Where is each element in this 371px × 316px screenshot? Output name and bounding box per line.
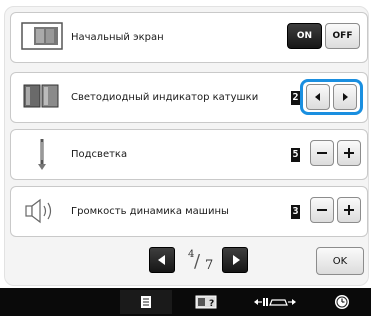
bobbin-led-icon bbox=[23, 84, 59, 108]
page-slash: / bbox=[194, 251, 201, 272]
setting-label: Начальный экран bbox=[71, 32, 164, 43]
page-prev-button[interactable] bbox=[149, 247, 175, 273]
tab-clock[interactable] bbox=[322, 290, 362, 314]
page-icon bbox=[141, 296, 151, 308]
volume-decrease-button[interactable] bbox=[310, 197, 334, 223]
speaker-icon bbox=[25, 198, 52, 224]
plus-icon bbox=[344, 205, 354, 215]
ok-button[interactable]: OK bbox=[316, 247, 364, 275]
prev-value-button[interactable] bbox=[306, 84, 330, 110]
arrow-right-icon bbox=[343, 93, 348, 101]
off-button[interactable]: OFF bbox=[325, 23, 360, 49]
bobbin-led-value: 2 bbox=[291, 91, 300, 105]
setting-label: Громкость динамика машины bbox=[71, 206, 229, 217]
arrow-left-icon bbox=[315, 93, 320, 101]
on-button-label: ON bbox=[296, 31, 313, 41]
page-indicator: 4 / 7 bbox=[183, 249, 223, 273]
tab-help[interactable]: ? bbox=[180, 290, 232, 314]
minus-icon bbox=[317, 209, 327, 211]
settings-screen: Начальный экран ON OFF Светодиодный инди… bbox=[0, 0, 371, 316]
setting-label: Подсветка bbox=[71, 149, 128, 160]
minus-icon bbox=[317, 152, 327, 154]
ok-button-label: OK bbox=[332, 255, 348, 267]
light-increase-button[interactable] bbox=[337, 140, 361, 166]
svg-text:?: ? bbox=[209, 299, 214, 309]
needle-light-icon bbox=[38, 139, 46, 170]
setting-label: Светодиодный индикатор катушки bbox=[71, 92, 259, 103]
bottom-toolbar: ? bbox=[0, 288, 371, 316]
off-button-label: OFF bbox=[332, 31, 353, 41]
clock-icon bbox=[335, 295, 349, 309]
setting-row-light: Подсветка 5 bbox=[10, 129, 368, 180]
page-total: 7 bbox=[205, 258, 214, 273]
volume-increase-button[interactable] bbox=[337, 197, 361, 223]
light-value: 5 bbox=[291, 148, 300, 162]
width-adjust-icon bbox=[254, 298, 296, 306]
help-icon: ? bbox=[195, 295, 217, 309]
light-decrease-button[interactable] bbox=[310, 140, 334, 166]
setting-row-start-screen: Начальный экран ON OFF bbox=[10, 12, 368, 63]
page-prev-icon bbox=[158, 255, 165, 265]
speaker-volume-value: 3 bbox=[291, 205, 300, 219]
home-screen-icon bbox=[21, 22, 63, 50]
page-next-button[interactable] bbox=[222, 247, 248, 273]
on-button[interactable]: ON bbox=[287, 23, 322, 49]
tab-width-adjust[interactable] bbox=[240, 290, 310, 314]
page-next-icon bbox=[233, 255, 240, 265]
tab-page[interactable] bbox=[120, 290, 172, 314]
next-value-button[interactable] bbox=[333, 84, 357, 110]
setting-row-speaker-volume: Громкость динамика машины 3 bbox=[10, 186, 368, 237]
plus-icon bbox=[344, 148, 354, 158]
